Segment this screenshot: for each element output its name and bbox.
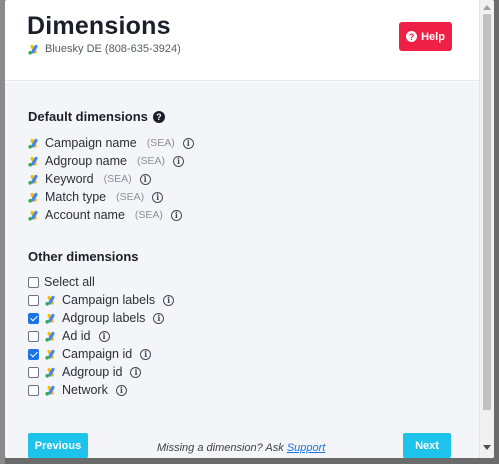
info-icon[interactable]: i xyxy=(130,366,142,378)
google-ads-icon xyxy=(45,385,55,396)
scroll-down-arrow-icon[interactable] xyxy=(483,445,491,450)
google-ads-icon xyxy=(45,331,55,342)
info-icon[interactable]: i xyxy=(140,348,152,360)
other-dimension-item[interactable]: Adgroup labels i xyxy=(28,310,165,326)
dimension-source-tag: (SEA) xyxy=(134,209,163,221)
dimension-label: Adgroup id xyxy=(62,365,123,379)
question-circle-icon: ? xyxy=(406,31,418,42)
dimensions-modal: Dimensions Bluesky DE (808-635-3924) ? H… xyxy=(5,0,494,458)
default-dimensions-heading: Default dimensions ? xyxy=(28,109,165,124)
google-ads-icon xyxy=(28,174,38,185)
google-ads-icon xyxy=(28,138,38,149)
google-ads-icon xyxy=(45,349,55,360)
help-label: Help xyxy=(421,30,445,43)
other-dimension-item[interactable]: Campaign id i xyxy=(28,346,152,362)
select-all-label: Select all xyxy=(44,275,95,289)
google-ads-icon xyxy=(28,192,38,203)
dimension-label: Campaign labels xyxy=(62,293,156,307)
dimension-checkbox[interactable] xyxy=(28,384,39,396)
google-ads-icon xyxy=(28,44,38,55)
other-dimension-item[interactable]: Adgroup id i xyxy=(28,364,142,380)
account-subtitle: Bluesky DE (808-635-3924) xyxy=(28,43,181,55)
google-ads-icon xyxy=(45,295,55,306)
question-circle-icon[interactable]: ? xyxy=(152,110,165,123)
dimension-source-tag: (SEA) xyxy=(103,173,132,185)
dimension-label: Campaign id xyxy=(62,347,133,361)
missing-dimension-text: Missing a dimension? Ask Support xyxy=(157,442,325,454)
google-ads-icon xyxy=(45,367,55,378)
next-button[interactable]: Next xyxy=(403,433,451,458)
modal-scrollbar[interactable] xyxy=(479,0,494,458)
previous-label: Previous xyxy=(34,439,82,452)
dimension-source-tag: (SEA) xyxy=(116,191,145,203)
next-label: Next xyxy=(415,439,439,452)
dimension-label: Account name xyxy=(45,208,125,222)
modal-title: Dimensions xyxy=(27,12,171,40)
dimension-checkbox[interactable] xyxy=(28,312,39,324)
google-ads-icon xyxy=(28,210,38,221)
help-button[interactable]: ? Help xyxy=(399,22,452,51)
dimension-source-tag: (SEA) xyxy=(146,137,175,149)
dimension-label: Campaign name xyxy=(45,136,137,150)
dimension-label: Adgroup name xyxy=(45,154,128,168)
scroll-up-arrow-icon[interactable] xyxy=(483,5,491,10)
dimension-label: Match type xyxy=(45,190,107,204)
select-all-row[interactable]: Select all xyxy=(28,274,95,290)
dimension-label: Network xyxy=(62,383,108,397)
default-dimensions-title: Default dimensions xyxy=(28,109,148,124)
info-icon[interactable]: i xyxy=(163,294,175,306)
missing-dimension-prompt: Missing a dimension? Ask xyxy=(157,442,287,454)
info-icon[interactable]: i xyxy=(98,330,110,342)
modal-header: Dimensions Bluesky DE (808-635-3924) ? H… xyxy=(5,0,479,81)
google-ads-icon xyxy=(45,313,55,324)
dimension-source-tag: (SEA) xyxy=(137,155,166,167)
default-dimension-item: Account name (SEA) i xyxy=(28,207,182,223)
other-dimensions-title: Other dimensions xyxy=(28,249,139,264)
dimension-label: Adgroup labels xyxy=(62,311,146,325)
info-icon[interactable]: i xyxy=(153,312,165,324)
dimension-label: Ad id xyxy=(62,329,91,343)
info-icon[interactable]: i xyxy=(139,173,151,185)
dimension-checkbox[interactable] xyxy=(28,330,39,342)
dimension-checkbox[interactable] xyxy=(28,366,39,378)
dimension-checkbox[interactable] xyxy=(28,294,39,306)
scrollbar-thumb[interactable] xyxy=(483,14,491,410)
default-dimension-item: Keyword (SEA) i xyxy=(28,171,151,187)
info-icon[interactable]: i xyxy=(170,209,182,221)
google-ads-icon xyxy=(28,156,38,167)
other-dimension-item[interactable]: Network i xyxy=(28,382,127,398)
default-dimension-item: Match type (SEA) i xyxy=(28,189,164,205)
info-icon[interactable]: i xyxy=(152,191,164,203)
info-icon[interactable]: i xyxy=(182,137,194,149)
default-dimension-item: Campaign name (SEA) i xyxy=(28,135,194,151)
other-dimension-item[interactable]: Campaign labels i xyxy=(28,292,175,308)
support-link[interactable]: Support xyxy=(287,442,326,454)
default-dimension-item: Adgroup name (SEA) i xyxy=(28,153,185,169)
other-dimensions-heading: Other dimensions xyxy=(28,249,139,264)
dimension-label: Keyword xyxy=(45,172,94,186)
select-all-checkbox[interactable] xyxy=(28,276,39,288)
previous-button[interactable]: Previous xyxy=(28,433,88,458)
account-name: Bluesky DE (808-635-3924) xyxy=(45,43,181,55)
dimension-checkbox[interactable] xyxy=(28,348,39,360)
info-icon[interactable]: i xyxy=(115,384,127,396)
other-dimension-item[interactable]: Ad id i xyxy=(28,328,110,344)
info-icon[interactable]: i xyxy=(173,155,185,167)
